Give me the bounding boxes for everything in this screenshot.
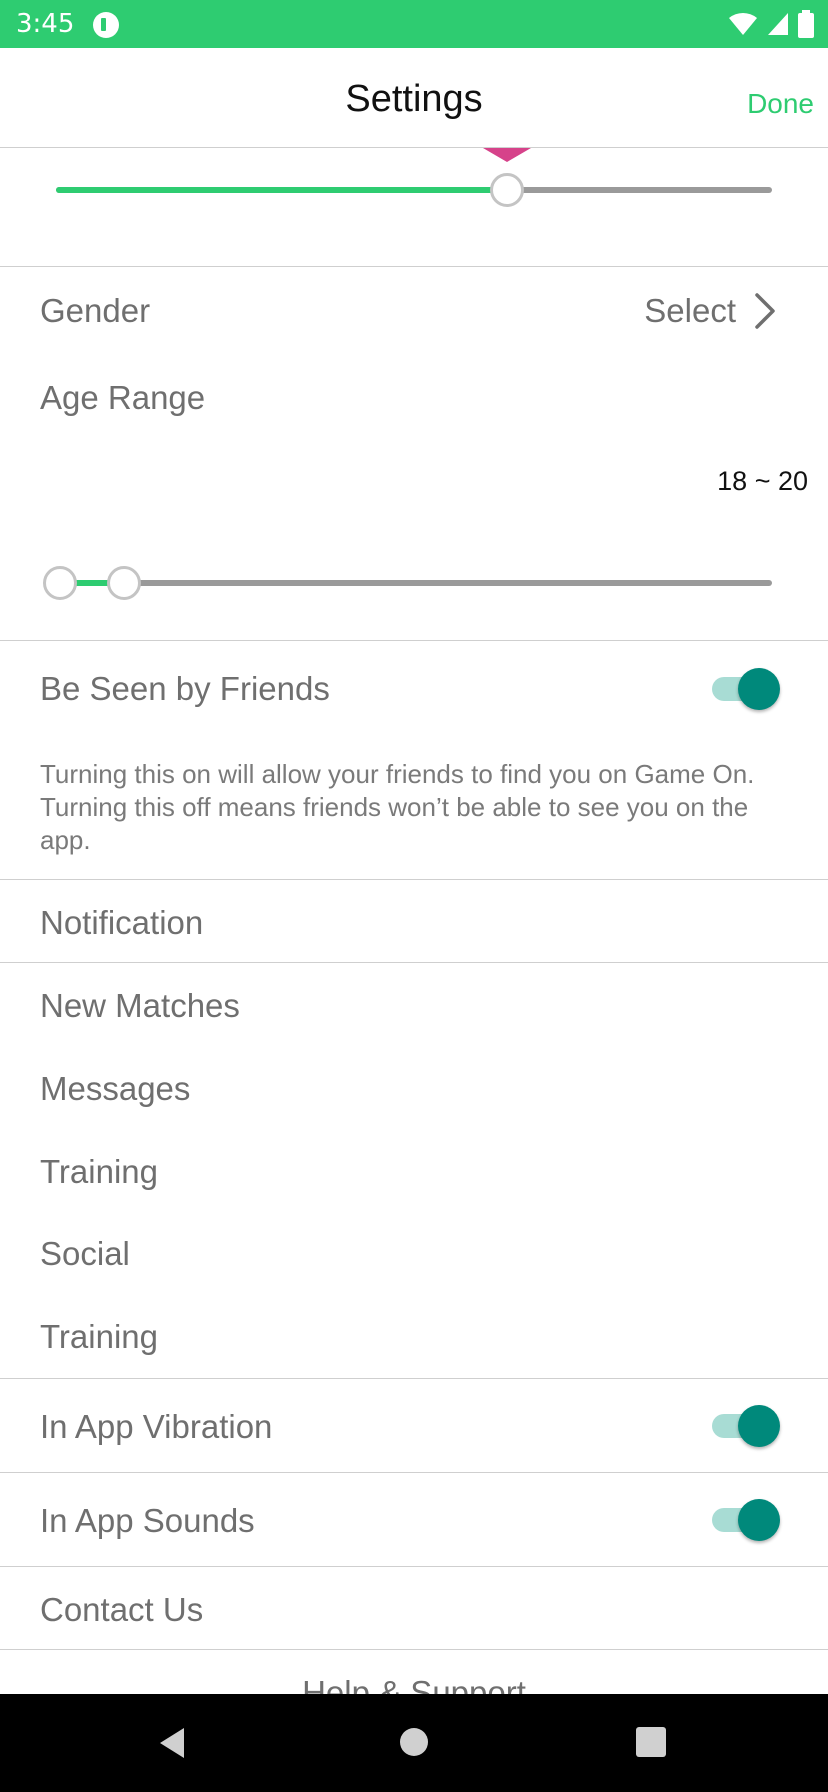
- toggle-thumb: [738, 1499, 780, 1541]
- age-range-max-thumb[interactable]: [107, 566, 142, 600]
- page-title: Settings: [345, 78, 483, 120]
- slider-value-pin: [483, 148, 532, 162]
- done-button[interactable]: Done: [747, 88, 814, 120]
- be-seen-toggle[interactable]: [712, 668, 780, 710]
- divider: [0, 1472, 828, 1473]
- be-seen-description: Turning this on will allow your friends …: [40, 759, 755, 855]
- divider: [0, 640, 828, 641]
- status-icons: [728, 8, 814, 40]
- status-time: 3:45: [16, 9, 75, 39]
- divider: [0, 1566, 828, 1567]
- notification-item-social[interactable]: Social: [40, 1235, 130, 1273]
- divider: [0, 1378, 828, 1379]
- contact-us-item[interactable]: Contact Us: [40, 1591, 203, 1629]
- notification-header: Notification: [40, 904, 204, 941]
- vibration-label: In App Vibration: [40, 1408, 273, 1445]
- status-bar: 3:45: [0, 0, 828, 48]
- divider: [0, 879, 828, 880]
- age-range-label: Age Range: [40, 379, 206, 416]
- signal-icon: [768, 13, 788, 35]
- notification-item-training[interactable]: Training: [40, 1153, 158, 1191]
- be-seen-label: Be Seen by Friends: [40, 670, 330, 707]
- settings-list[interactable]: Gender Select Age Range 18 ~ 20 Be Seen …: [0, 148, 828, 1694]
- distance-slider-section: [0, 148, 828, 267]
- age-range-track[interactable]: [60, 580, 772, 586]
- notification-item-new-matches[interactable]: New Matches: [40, 987, 240, 1025]
- distance-slider-fill: [56, 187, 508, 193]
- vibration-toggle[interactable]: [712, 1405, 780, 1447]
- divider: [0, 962, 828, 963]
- wifi-icon: [729, 12, 757, 35]
- toggle-thumb: [738, 668, 780, 710]
- sounds-label: In App Sounds: [40, 1502, 255, 1539]
- notification-item-messages[interactable]: Messages: [40, 1070, 190, 1108]
- divider: [0, 1649, 828, 1650]
- notification-item-training-2[interactable]: Training: [40, 1318, 158, 1356]
- app-icon: [93, 12, 119, 38]
- age-range-min-thumb[interactable]: [43, 566, 77, 600]
- gender-select-value[interactable]: Select: [644, 292, 736, 330]
- gender-label: Gender: [40, 292, 151, 329]
- battery-icon: [798, 10, 814, 38]
- distance-slider-thumb[interactable]: [490, 173, 525, 207]
- chevron-right-icon[interactable]: [752, 291, 778, 331]
- top-app-bar: Settings Done: [0, 48, 828, 148]
- back-icon[interactable]: [156, 1726, 188, 1760]
- age-range-value: 18 ~ 20: [717, 466, 808, 496]
- recents-icon[interactable]: [636, 1727, 666, 1757]
- home-icon[interactable]: [398, 1726, 430, 1758]
- system-nav-bar: [0, 1694, 828, 1792]
- toggle-thumb: [738, 1405, 780, 1447]
- sounds-toggle[interactable]: [712, 1499, 780, 1541]
- help-support-item[interactable]: Help & Support: [0, 1674, 828, 1694]
